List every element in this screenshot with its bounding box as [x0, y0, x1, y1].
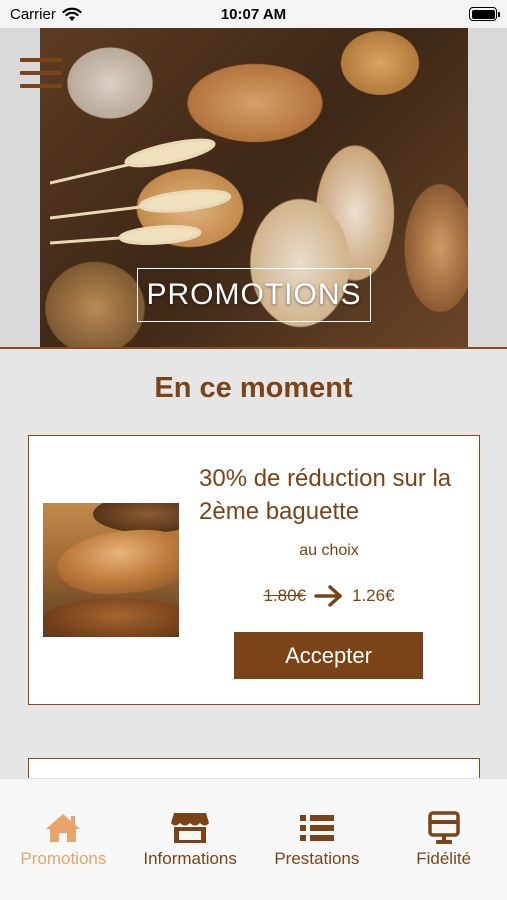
- tab-fidelite[interactable]: Fidélité: [380, 779, 507, 900]
- old-price: 1.80€: [263, 586, 306, 605]
- hero-banner: PROMOTIONS: [0, 28, 507, 349]
- tab-promotions[interactable]: Promotions: [0, 779, 127, 900]
- tab-informations[interactable]: Informations: [127, 779, 254, 900]
- status-bar: Carrier 10:07 AM: [0, 0, 507, 28]
- hamburger-menu-icon[interactable]: [20, 58, 62, 88]
- hero-title-box: PROMOTIONS: [137, 268, 371, 322]
- tab-label-prestations: Prestations: [274, 849, 360, 868]
- new-price: 1.26€: [352, 586, 395, 605]
- battery-icon: [469, 7, 500, 21]
- wifi-icon: [62, 7, 82, 21]
- tab-label-promotions: Promotions: [20, 849, 107, 868]
- home-icon: [43, 811, 83, 845]
- tab-bar: Promotions Informations Prestations Fidé…: [0, 778, 507, 900]
- arrow-right-icon: [314, 585, 342, 607]
- promo-card: 30% de réduction sur la 2ème baguette au…: [28, 435, 480, 705]
- price-row: 1.80€ 1.26€: [199, 584, 459, 608]
- tab-label-informations: Informations: [143, 849, 237, 868]
- accept-button[interactable]: Accepter: [234, 632, 423, 679]
- carrier-label: Carrier: [10, 5, 56, 23]
- store-icon: [170, 811, 210, 845]
- status-left: Carrier: [10, 6, 82, 23]
- section-title: En ce moment: [154, 372, 353, 404]
- tab-label-fidelite: Fidélité: [416, 849, 472, 868]
- promo-title: 30% de réduction sur la 2ème baguette: [199, 465, 452, 525]
- wheat-decoration: [50, 138, 232, 245]
- baguette-image: [43, 503, 179, 637]
- hero-title: PROMOTIONS: [146, 278, 362, 311]
- list-icon: [297, 811, 337, 845]
- tab-prestations[interactable]: Prestations: [254, 779, 381, 900]
- promo-subtitle: au choix: [299, 542, 359, 559]
- loyalty-card-icon: [424, 811, 464, 845]
